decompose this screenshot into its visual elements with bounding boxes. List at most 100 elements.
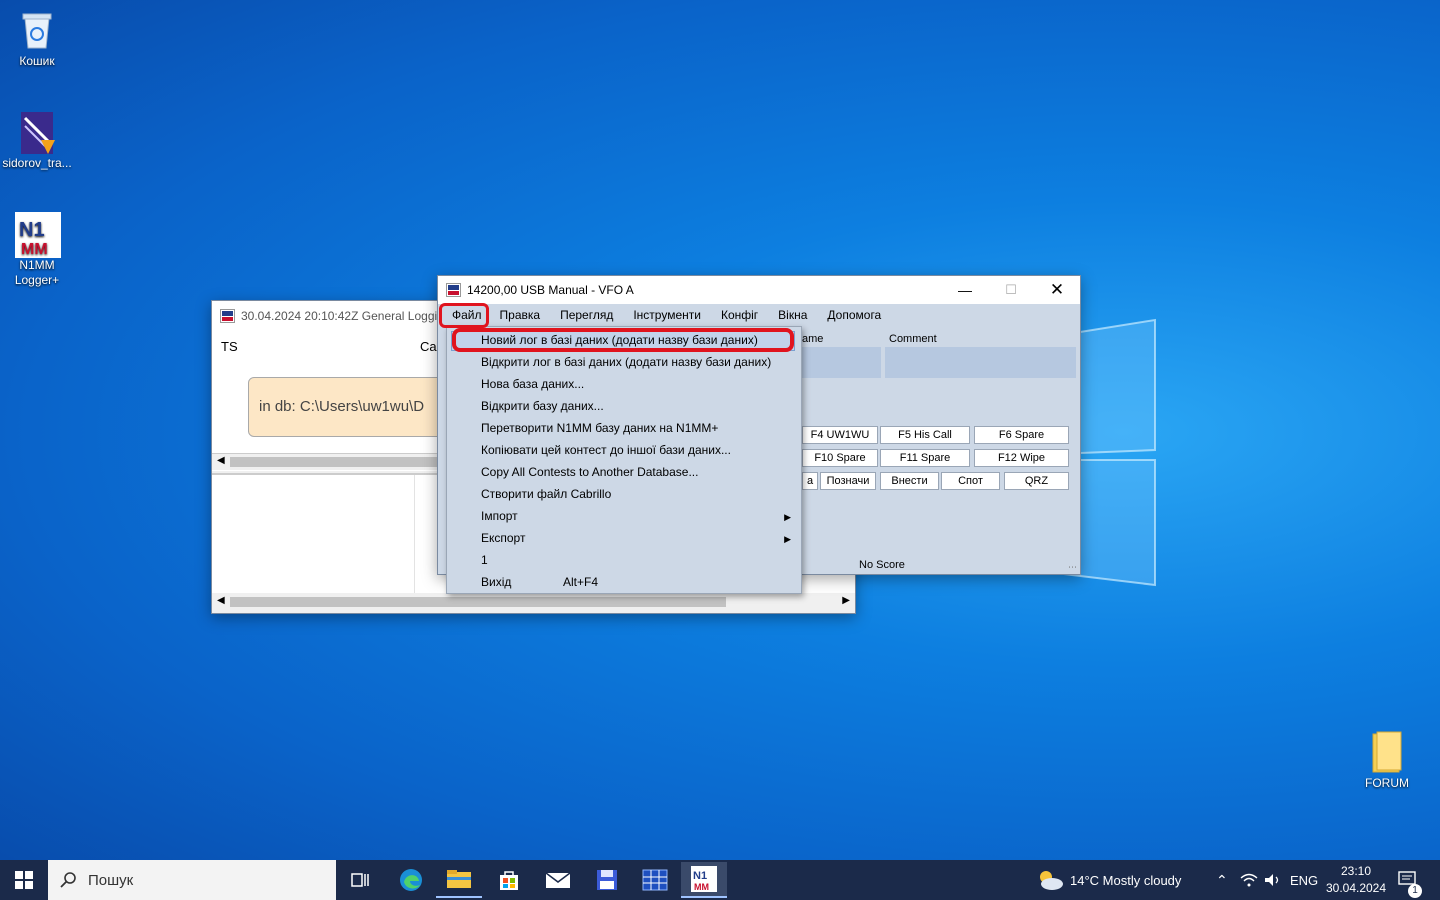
svg-text:N1: N1 [19, 219, 45, 241]
cloudy-weather-icon [1040, 871, 1063, 890]
start-button[interactable] [0, 860, 48, 900]
menu-view[interactable]: Перегляд [550, 308, 623, 322]
weather-text: 14°C Mostly cloudy [1070, 872, 1182, 888]
menu-item-new-db[interactable]: Нова база даних... [481, 374, 584, 394]
store-icon [500, 871, 518, 890]
windows-start-icon [15, 871, 33, 889]
notifications-button[interactable]: 1 [1398, 860, 1422, 900]
menu-item-open-db[interactable]: Відкрити базу даних... [481, 396, 604, 416]
mark-button[interactable]: Позначи [820, 472, 876, 490]
desktop-icon-sidorov[interactable]: sidorov_tra... [2, 110, 72, 171]
annotation-highlight-new-log [452, 328, 794, 352]
search-placeholder: Пошук [88, 871, 134, 889]
fkey-f5[interactable]: F5 His Call [880, 426, 970, 444]
weather-widget[interactable]: 14°C Mostly cloudy [1036, 860, 1181, 900]
menu-item-open-log[interactable]: Відкрити лог в базі даних (додати назву … [481, 352, 771, 372]
scroll-right-icon[interactable]: ▶ [842, 595, 850, 606]
clock[interactable]: 23:10 30.04.2024 [1326, 860, 1386, 900]
minimize-button[interactable]: — [942, 282, 988, 298]
taskbar-store[interactable] [486, 862, 532, 898]
mail-icon [545, 872, 571, 888]
menu-item-copy-contest[interactable]: Копіювати цей контест до іншої бази дани… [481, 440, 731, 460]
scroll-left-icon[interactable]: ◀ [217, 595, 225, 606]
taskbar-grid-app[interactable] [632, 862, 678, 898]
svg-text:MM: MM [694, 882, 709, 892]
file-menu-dropdown: Новий лог в базі даних (додати назву баз… [446, 326, 802, 594]
task-view-button[interactable] [337, 862, 383, 898]
col-ts: TS [221, 339, 238, 354]
menu-tools[interactable]: Інструменти [623, 308, 711, 322]
resize-grip-icon[interactable]: ⋯ [1068, 562, 1077, 573]
scroll-thumb[interactable] [230, 597, 726, 607]
close-button[interactable]: ✕ [1034, 280, 1080, 300]
menu-item-recent-1[interactable]: 1 [481, 550, 488, 570]
clock-time: 23:10 [1340, 864, 1372, 878]
qrz-button[interactable]: QRZ [1004, 472, 1069, 490]
desktop-icon-label: FORUM [1365, 776, 1409, 790]
col-call: Ca [420, 339, 437, 354]
log-it-button[interactable]: Внести [880, 472, 939, 490]
annotation-highlight-file-menu [439, 303, 489, 328]
fkey-f11[interactable]: F11 Spare [880, 449, 970, 467]
speaker-icon [1265, 874, 1279, 886]
edge-browser-icon [400, 869, 422, 891]
search-icon [60, 872, 76, 888]
n1mm-taskbar-icon: N1MM [691, 866, 717, 892]
scroll-thumb[interactable] [230, 457, 450, 467]
taskbar-edge[interactable] [388, 862, 434, 898]
fkey-f12[interactable]: F12 Wipe [974, 449, 1069, 467]
menu-item-copy-all[interactable]: Copy All Contests to Another Database... [481, 462, 698, 482]
app-icon [446, 283, 461, 297]
exit-shortcut: Alt+F4 [563, 575, 599, 589]
submenu-arrow-icon: ▶ [784, 512, 791, 522]
task-view-icon [351, 873, 369, 887]
entry-window-title: 14200,00 USB Manual - VFO A [467, 283, 634, 297]
maximize-button[interactable]: ☐ [988, 282, 1034, 298]
folder-icon [1365, 730, 1409, 774]
comment-input[interactable] [885, 347, 1076, 378]
desktop-icon-n1mm[interactable]: N1 MM N1MM Logger+ [2, 212, 72, 288]
language-indicator[interactable]: ENG [1290, 860, 1318, 900]
taskbar-search[interactable]: Пошук [48, 860, 336, 900]
taskbar-save-app[interactable] [584, 862, 630, 898]
desktop-icon-label: sidorov_tra... [2, 156, 72, 170]
taskbar-explorer[interactable] [436, 862, 482, 898]
entry-menubar: Файл Правка Перегляд Інструменти Конфіг … [438, 304, 1080, 326]
clock-date: 30.04.2024 [1325, 881, 1387, 895]
horizontal-scrollbar-lower[interactable]: ◀ ▶ [212, 593, 855, 611]
submenu-arrow-icon: ▶ [784, 534, 791, 544]
taskbar-n1mm[interactable]: N1 MM [681, 862, 727, 898]
entry-window-titlebar[interactable]: 14200,00 USB Manual - VFO A — ☐ ✕ [438, 276, 1080, 304]
menu-edit[interactable]: Правка [490, 308, 551, 322]
menu-item-exit[interactable]: Вихід [481, 572, 511, 592]
desktop-icon-forum[interactable]: FORUM [1352, 730, 1422, 791]
volume-icon[interactable] [1264, 860, 1282, 900]
menu-help[interactable]: Допомога [817, 308, 891, 322]
spot-button[interactable]: Спот [941, 472, 1000, 490]
svg-text:MM: MM [21, 241, 48, 258]
status-score: No Score [859, 559, 905, 571]
recycle-bin-icon [15, 8, 59, 52]
fkey-f6[interactable]: F6 Spare [974, 426, 1069, 444]
menu-item-convert-db[interactable]: Перетворити N1MM базу даних на N1MM+ [481, 418, 718, 438]
show-hidden-icons[interactable]: ⌃ [1216, 860, 1228, 900]
n1mm-logo-icon: N1 MM [15, 212, 61, 258]
desktop-icon-label: Кошик [19, 54, 55, 68]
menu-item-import[interactable]: Імпорт [481, 506, 518, 526]
button-partial[interactable]: a [802, 472, 818, 490]
menu-config[interactable]: Конфіг [711, 308, 768, 322]
fkey-f4[interactable]: F4 UW1WU [802, 426, 878, 444]
svg-text:N1: N1 [693, 870, 707, 882]
menu-windows[interactable]: Вікна [768, 308, 817, 322]
app-icon [220, 309, 235, 323]
network-icon[interactable] [1240, 860, 1258, 900]
menu-item-cabrillo[interactable]: Створити файл Cabrillo [481, 484, 611, 504]
desktop-icon-recycle-bin[interactable]: Кошик [2, 8, 72, 69]
grid-app-icon [642, 869, 668, 891]
menu-item-export[interactable]: Експорт [481, 528, 525, 548]
fkey-f10[interactable]: F10 Spare [802, 449, 878, 467]
desktop-icon-label: N1MM Logger+ [14, 258, 60, 287]
name-input[interactable] [802, 347, 881, 378]
scroll-left-icon[interactable]: ◀ [217, 455, 225, 466]
taskbar-mail[interactable] [535, 862, 581, 898]
